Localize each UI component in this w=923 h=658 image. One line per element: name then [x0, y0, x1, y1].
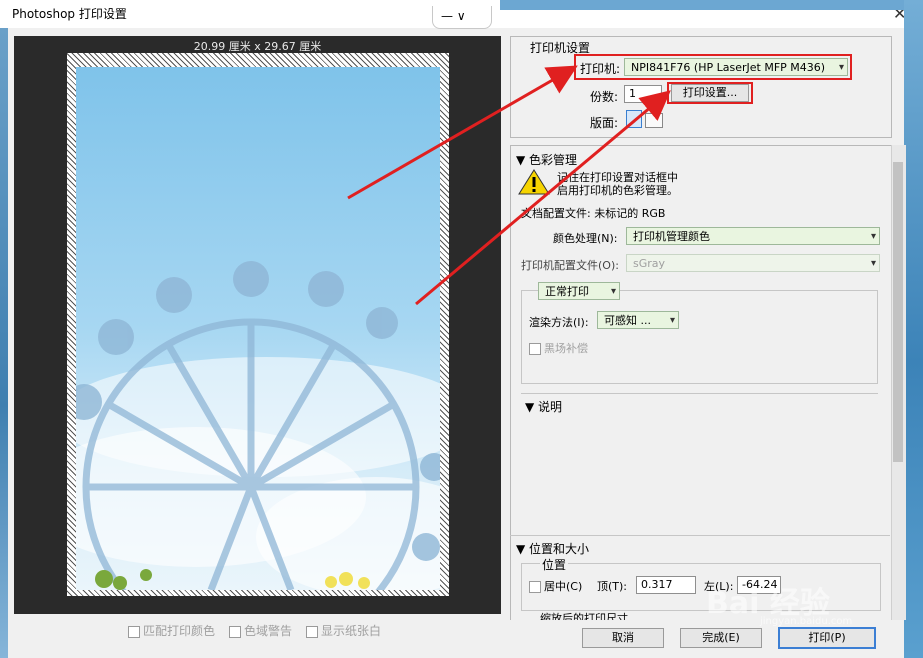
arrow-to-printer — [347, 65, 578, 200]
annotation-arrows — [347, 65, 671, 306]
arrow-to-print-settings — [415, 90, 671, 306]
